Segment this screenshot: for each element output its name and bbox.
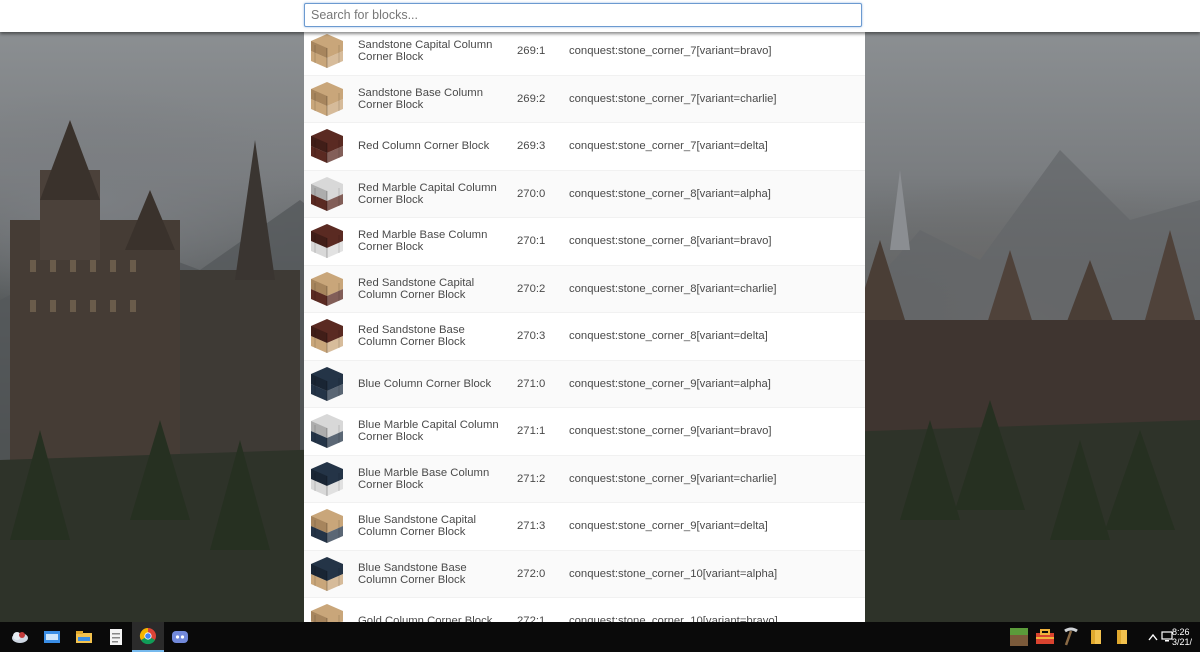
block-thumbnail-icon: [310, 128, 344, 164]
toolbox-icon[interactable]: [1034, 622, 1056, 652]
block-thumbnail-icon: [310, 33, 344, 69]
block-key: conquest:stone_corner_7[variant=charlie]: [569, 92, 777, 105]
block-name: Blue Column Corner Block: [358, 377, 492, 390]
block-key: conquest:stone_corner_8[variant=charlie]: [569, 282, 777, 295]
block-name: Blue Sandstone Base Column Corner Block: [358, 561, 467, 586]
cloud-app-icon[interactable]: [4, 622, 36, 652]
block-row[interactable]: Sandstone Base Column Corner Block 269:2 c…: [304, 75, 865, 123]
block-row[interactable]: Red Sandstone Base Column Corner Block 27…: [304, 313, 865, 361]
block-row[interactable]: Blue Sandstone Capital Column Corner Blo…: [304, 503, 865, 551]
folder-icon[interactable]: [1112, 622, 1132, 652]
folder-icon[interactable]: [1086, 622, 1106, 652]
block-key: conquest:stone_corner_9[variant=alpha]: [569, 377, 771, 390]
block-id: 272:0: [517, 567, 546, 580]
block-thumbnail-icon: [310, 508, 344, 544]
block-row[interactable]: Blue Sandstone Base Column Corner Block 2…: [304, 550, 865, 598]
block-key: conquest:stone_corner_9[variant=charlie]: [569, 472, 777, 485]
file-explorer-icon[interactable]: [36, 622, 68, 652]
block-id: 271:0: [517, 377, 546, 390]
block-row[interactable]: Blue Marble Capital Column Corner Block 2…: [304, 408, 865, 456]
block-key: conquest:stone_corner_9[variant=bravo]: [569, 425, 772, 438]
block-thumbnail-icon: [310, 271, 344, 307]
block-name: Red Sandstone Base Column Corner Block: [358, 324, 466, 349]
search-input[interactable]: [304, 3, 862, 27]
taskbar: 8:26 3/21/: [0, 622, 1200, 652]
block-id: 270:2: [517, 282, 546, 295]
block-id: 271:3: [517, 520, 546, 533]
minecraft-grass-block-icon[interactable]: [1008, 622, 1030, 652]
block-name: Red Column Corner Block: [358, 140, 490, 153]
block-results-list: Sandstone Capital Column Corner Block 269…: [304, 28, 865, 622]
block-key: conquest:stone_corner_8[variant=delta]: [569, 330, 768, 343]
block-key: conquest:stone_corner_8[variant=bravo]: [569, 235, 772, 248]
block-row[interactable]: Blue Column Corner Block 271:0 conquest:st…: [304, 360, 865, 408]
block-id: 272:1: [517, 615, 546, 622]
block-id: 269:1: [517, 45, 546, 58]
block-name: Gold Column Corner Block: [358, 615, 493, 622]
system-clock[interactable]: 8:26 3/21/: [1172, 627, 1200, 647]
block-key: conquest:stone_corner_9[variant=delta]: [569, 520, 768, 533]
block-row[interactable]: Blue Marble Base Column Corner Block 271:…: [304, 455, 865, 503]
block-row[interactable]: Sandstone Capital Column Corner Block 269…: [304, 28, 865, 76]
top-bar: [0, 0, 1200, 32]
block-id: 270:3: [517, 330, 546, 343]
block-id: 269:3: [517, 140, 546, 153]
block-name: Sandstone Base Column Corner Block: [358, 86, 483, 111]
block-name: Red Marble Base Column Corner Block: [358, 229, 488, 254]
block-thumbnail-icon: [310, 461, 344, 497]
block-thumbnail-icon: [310, 223, 344, 259]
block-name: Blue Marble Base Column Corner Block: [358, 466, 490, 491]
block-name: Sandstone Capital Column Corner Block: [358, 39, 493, 64]
block-key: conquest:stone_corner_10[variant=bravo]: [569, 615, 778, 622]
block-thumbnail-icon: [310, 176, 344, 212]
document-icon[interactable]: [100, 622, 132, 652]
block-thumbnail-icon: [310, 318, 344, 354]
block-thumbnail-icon: [310, 556, 344, 592]
block-name: Red Sandstone Capital Column Corner Bloc…: [358, 276, 475, 301]
discord-icon[interactable]: [164, 622, 196, 652]
block-id: 270:0: [517, 187, 546, 200]
block-thumbnail-icon: [310, 81, 344, 117]
block-id: 269:2: [517, 92, 546, 105]
show-hidden-icons-chevron-icon[interactable]: [1146, 622, 1160, 652]
pickaxe-icon[interactable]: [1060, 622, 1082, 652]
block-id: 271:2: [517, 472, 546, 485]
block-thumbnail-icon: [310, 366, 344, 402]
block-key: conquest:stone_corner_7[variant=delta]: [569, 140, 768, 153]
block-row[interactable]: Gold Column Corner Block 272:1 conquest:st…: [304, 598, 865, 622]
block-thumbnail-icon: [310, 603, 344, 622]
clock-date: 3/21/: [1172, 637, 1193, 647]
block-id: 271:1: [517, 425, 546, 438]
chrome-icon[interactable]: [132, 622, 164, 652]
block-row[interactable]: Red Column Corner Block 269:3 conquest:sto…: [304, 123, 865, 171]
block-name: Blue Sandstone Capital Column Corner Blo…: [358, 514, 477, 539]
block-row[interactable]: Red Marble Capital Column Corner Block 27…: [304, 170, 865, 218]
block-name: Red Marble Capital Column Corner Block: [358, 181, 497, 206]
block-name: Blue Marble Capital Column Corner Block: [358, 419, 499, 444]
folder-icon[interactable]: [68, 622, 100, 652]
block-id: 270:1: [517, 235, 546, 248]
block-key: conquest:stone_corner_7[variant=bravo]: [569, 45, 772, 58]
block-key: conquest:stone_corner_10[variant=alpha]: [569, 567, 778, 580]
block-key: conquest:stone_corner_8[variant=alpha]: [569, 187, 771, 200]
block-row[interactable]: Red Marble Base Column Corner Block 270:1…: [304, 218, 865, 266]
clock-time: 8:26: [1172, 627, 1190, 637]
block-thumbnail-icon: [310, 413, 344, 449]
block-row[interactable]: Red Sandstone Capital Column Corner Bloc…: [304, 265, 865, 313]
